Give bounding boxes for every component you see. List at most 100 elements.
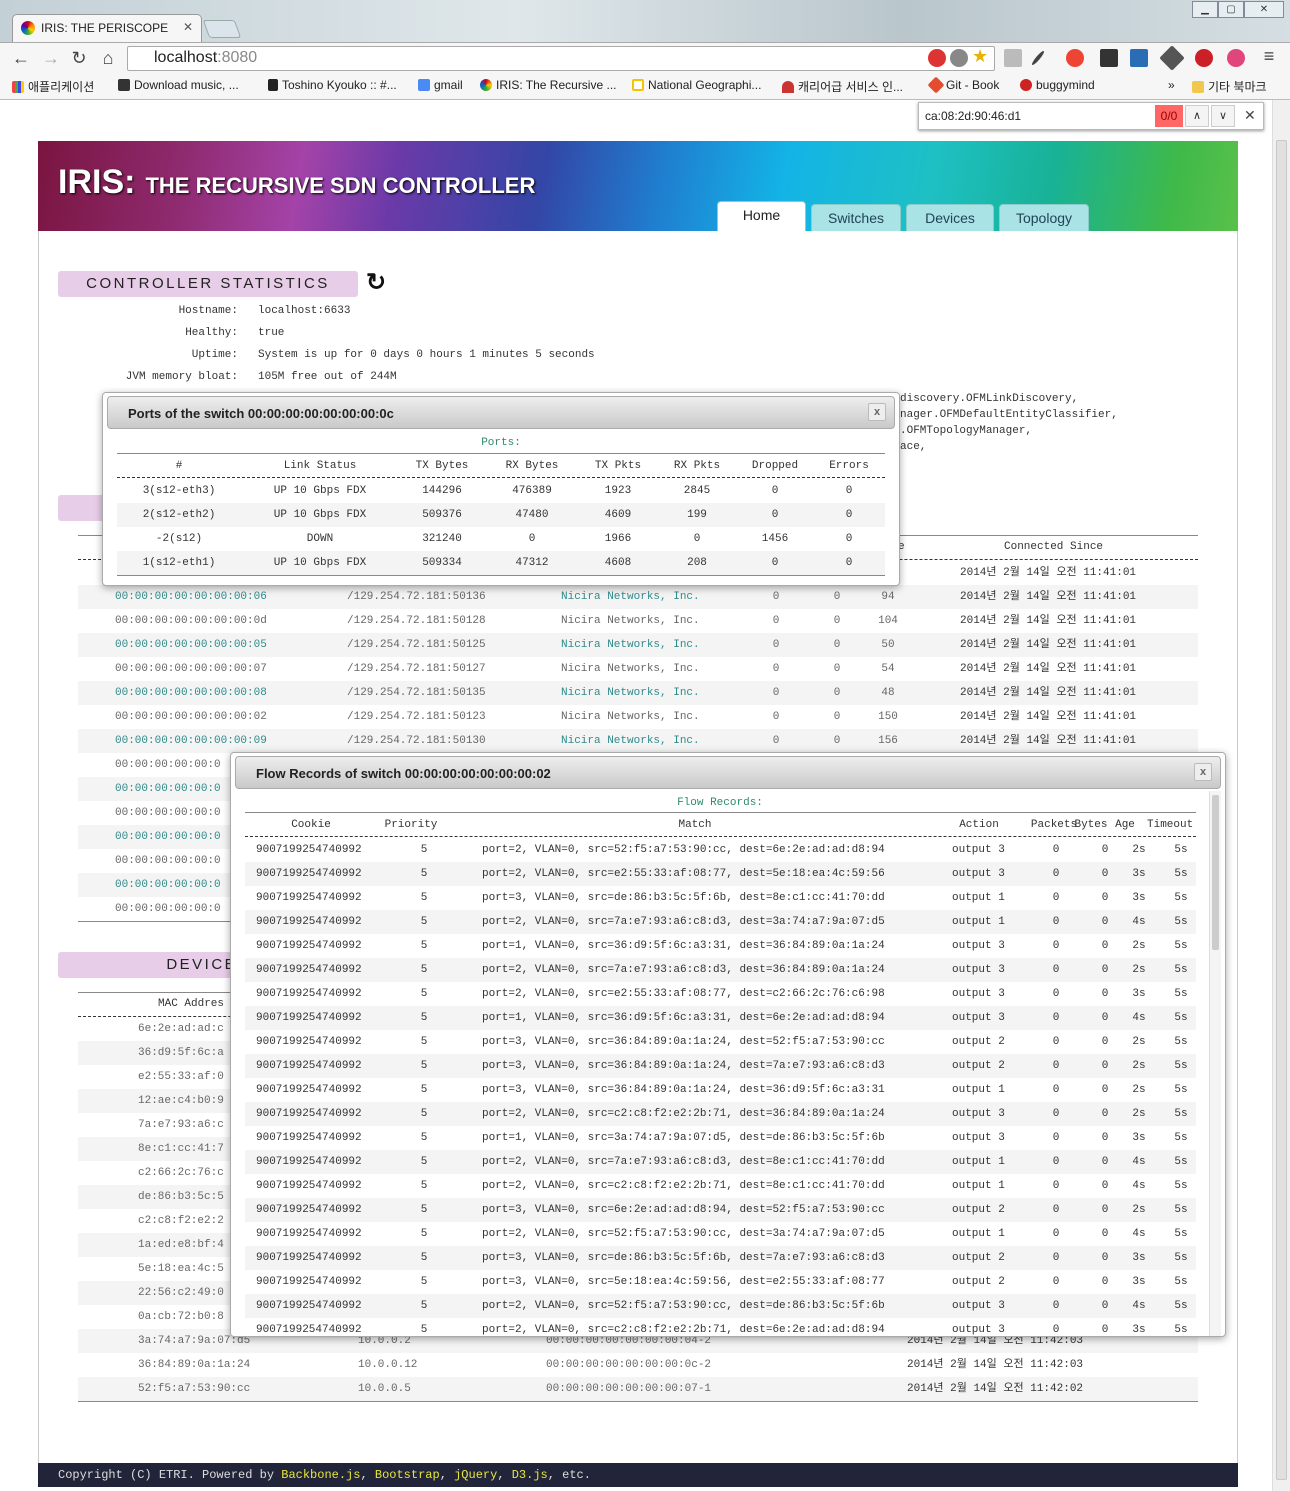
flow-row[interactable]: 9007199254740992 5 port=3, VLAN=0, src=5e:… [245, 1270, 1196, 1294]
close-window-icon[interactable]: ✕ [1244, 1, 1284, 18]
bookmark-git-book[interactable]: Git - Book [927, 76, 999, 94]
port-row[interactable]: 2(s12-eth2) UP 10 Gbps FDX 509376 47480 4609… [117, 503, 885, 527]
bookmark-carrier[interactable]: 캐리어급 서비스 인... [782, 78, 903, 95]
flow-row[interactable]: 9007199254740992 5 port=1, VLAN=0, src=36:… [245, 1006, 1196, 1030]
flow-row[interactable]: 9007199254740992 5 port=2, VLAN=0, src=7a:… [245, 910, 1196, 934]
flow-row[interactable]: 9007199254740992 5 port=2, VLAN=0, src=c2:… [245, 1174, 1196, 1198]
flow-cell: 5s [1174, 868, 1188, 880]
cell: 94 [881, 591, 895, 603]
switch-row[interactable]: 00:00:00:00:00:00:00:09/129.254.72.181:5… [78, 729, 1198, 753]
link-d3[interactable]: D3.js [512, 1468, 548, 1482]
mobile-extension-icon[interactable] [1100, 49, 1118, 67]
switch-row[interactable]: 00:00:00:00:00:00:00:08/129.254.72.181:5… [78, 681, 1198, 705]
refresh-icon[interactable]: ↻ [366, 268, 386, 297]
flow-cell: port=2, VLAN=0, src=e2:55:33:af:08:77, d… [482, 988, 885, 1000]
minimize-icon[interactable]: ▁ [1192, 1, 1218, 18]
port-row[interactable]: 3(s12-eth3) UP 10 Gbps FDX 144296 476389 192… [117, 479, 885, 503]
close-icon[interactable]: x [868, 403, 886, 421]
flow-row[interactable]: 9007199254740992 5 port=2, VLAN=0, src=c2:… [245, 1318, 1196, 1336]
connected-since: 2014년 2월 14일 오전 11:41:01 [960, 687, 1137, 699]
link-bootstrap[interactable]: Bootstrap [375, 1468, 440, 1482]
flow-row[interactable]: 9007199254740992 5 port=2, VLAN=0, src=52:… [245, 1222, 1196, 1246]
reload-icon[interactable]: ↻ [68, 48, 90, 69]
flow-row[interactable]: 9007199254740992 5 port=1, VLAN=0, src=3a:… [245, 1126, 1196, 1150]
bookmark-apps[interactable]: 애플리케이션 [12, 78, 94, 95]
find-close-icon[interactable]: ✕ [1244, 107, 1256, 124]
flow-row[interactable]: 9007199254740992 5 port=2, VLAN=0, src=7a:… [245, 958, 1196, 982]
switch-row[interactable]: 00:00:00:00:00:00:00:02/129.254.72.181:5… [78, 705, 1198, 729]
angular-extension-icon[interactable] [928, 49, 946, 67]
new-tab-button[interactable] [202, 20, 242, 38]
flow-row[interactable]: 9007199254740992 5 port=3, VLAN=0, src=6e:… [245, 1198, 1196, 1222]
find-previous-icon[interactable]: ∧ [1185, 105, 1209, 127]
back-icon[interactable]: ← [10, 48, 32, 69]
page-scrollbar[interactable] [1272, 100, 1290, 1491]
feedly-icon[interactable] [1159, 45, 1185, 71]
bookmark-toshino[interactable]: Toshino Kyouko :: #... [268, 78, 397, 92]
other-bookmarks[interactable]: 기타 북마크 [1192, 78, 1267, 95]
link-jquery[interactable]: jQuery [454, 1468, 497, 1482]
tab-switches[interactable]: Switches [811, 204, 901, 231]
extension-icon[interactable] [1004, 49, 1022, 67]
switch-row[interactable]: 00:00:00:00:00:00:00:07/129.254.72.181:5… [78, 657, 1198, 681]
flow-row[interactable]: 9007199254740992 5 port=2, VLAN=0, src=7a:… [245, 1150, 1196, 1174]
address-bar[interactable]: localhost:8080 [127, 46, 995, 71]
bookmark-buggymind[interactable]: buggymind [1020, 78, 1095, 92]
tab-topology[interactable]: Topology [999, 204, 1089, 231]
pinterest-icon[interactable] [1195, 49, 1213, 67]
bookmark-label: Download music, ... [134, 78, 239, 92]
flow-row[interactable]: 9007199254740992 5 port=2, VLAN=0, src=52:… [245, 838, 1196, 862]
port-row[interactable]: 1(s12-eth1) UP 10 Gbps FDX 509334 47312 4608… [117, 551, 885, 575]
flow-modal-scrollbar[interactable] [1209, 791, 1221, 1336]
stumbleupon-icon[interactable] [1066, 49, 1084, 67]
bookmark-gmail[interactable]: gmail [418, 78, 463, 92]
scrollbar-thumb[interactable] [1212, 795, 1219, 950]
flow-row[interactable]: 9007199254740992 5 port=3, VLAN=0, src=de:… [245, 886, 1196, 910]
flow-row[interactable]: 9007199254740992 5 port=3, VLAN=0, src=36:… [245, 1030, 1196, 1054]
bookmarks-bar: 애플리케이션 Download music, ... Toshino Kyouk… [0, 72, 1290, 100]
flow-cell: 5 [420, 916, 428, 928]
flow-cell: output 3 [952, 868, 1005, 880]
chart-extension-icon[interactable] [1130, 49, 1148, 67]
bookmarks-overflow-button[interactable]: » [1168, 78, 1175, 92]
scrollbar-thumb[interactable] [1276, 140, 1287, 1480]
tab-home[interactable]: Home [717, 201, 806, 231]
close-icon[interactable]: x [1194, 763, 1212, 781]
switch-row[interactable]: 00:00:00:00:00:00:00:06/129.254.72.181:5… [78, 585, 1198, 609]
bookmark-iris[interactable]: IRIS: The Recursive ... [480, 78, 617, 92]
bookmark-download-music[interactable]: Download music, ... [118, 78, 239, 92]
device-row[interactable]: 36:84:89:0a:1a:24 10.0.0.12 00:00:00:00:00… [78, 1353, 1198, 1377]
switch-row[interactable]: 00:00:00:00:00:00:00:0d/129.254.72.181:5… [78, 609, 1198, 633]
switch-dpid: 00:00:00:00:00:00:00:09 [115, 735, 267, 747]
flow-cell: 0 [1052, 1324, 1060, 1336]
port-row[interactable]: -2(s12) DOWN 321240 0 1966 0 1456 0 [117, 527, 885, 551]
pocket-icon[interactable] [1227, 49, 1245, 67]
ports-header-row[interactable]: # Link Status TX Bytes RX Bytes TX Pkts RX Pk… [103, 454, 899, 478]
bookmark-star-icon[interactable]: ★ [972, 46, 988, 67]
tab-close-icon[interactable]: ✕ [183, 20, 193, 34]
column-header: Match [678, 819, 712, 831]
flow-row[interactable]: 9007199254740992 5 port=2, VLAN=0, src=c2:… [245, 1102, 1196, 1126]
flow-row[interactable]: 9007199254740992 5 port=3, VLAN=0, src=36:… [245, 1078, 1196, 1102]
lightbulb-extension-icon[interactable] [950, 49, 968, 67]
flow-row[interactable]: 9007199254740992 5 port=1, VLAN=0, src=36:… [245, 934, 1196, 958]
flow-row[interactable]: 9007199254740992 5 port=2, VLAN=0, src=e2:… [245, 982, 1196, 1006]
browser-tab[interactable]: IRIS: THE PERISCOPE ✕ [12, 14, 202, 42]
device-row[interactable]: 52:f5:a7:53:90:cc 10.0.0.5 00:00:00:00:00:… [78, 1377, 1198, 1401]
home-icon[interactable]: ⌂ [97, 48, 119, 69]
forward-icon[interactable]: → [40, 48, 62, 69]
link-backbone[interactable]: Backbone.js [281, 1468, 360, 1482]
flow-header-row[interactable]: Cookie Priority Match Action Packets Bytes Age… [231, 813, 1209, 837]
maximize-icon[interactable]: ▢ [1218, 1, 1244, 18]
flow-row[interactable]: 9007199254740992 5 port=2, VLAN=0, src=52:… [245, 1294, 1196, 1318]
find-input[interactable]: ca:08:2d:90:46:d1 [925, 109, 1021, 123]
flow-row[interactable]: 9007199254740992 5 port=2, VLAN=0, src=e2:… [245, 862, 1196, 886]
menu-icon[interactable]: ≡ [1258, 46, 1280, 67]
switch-row[interactable]: 00:00:00:00:00:00:00:05/129.254.72.181:5… [78, 633, 1198, 657]
tab-devices[interactable]: Devices [906, 204, 994, 231]
flow-row[interactable]: 9007199254740992 5 port=3, VLAN=0, src=de:… [245, 1246, 1196, 1270]
flow-row[interactable]: 9007199254740992 5 port=3, VLAN=0, src=36:… [245, 1054, 1196, 1078]
eyedropper-icon[interactable] [1030, 49, 1046, 67]
bookmark-natgeo[interactable]: National Geographi... [632, 78, 761, 92]
find-next-icon[interactable]: ∨ [1211, 105, 1235, 127]
